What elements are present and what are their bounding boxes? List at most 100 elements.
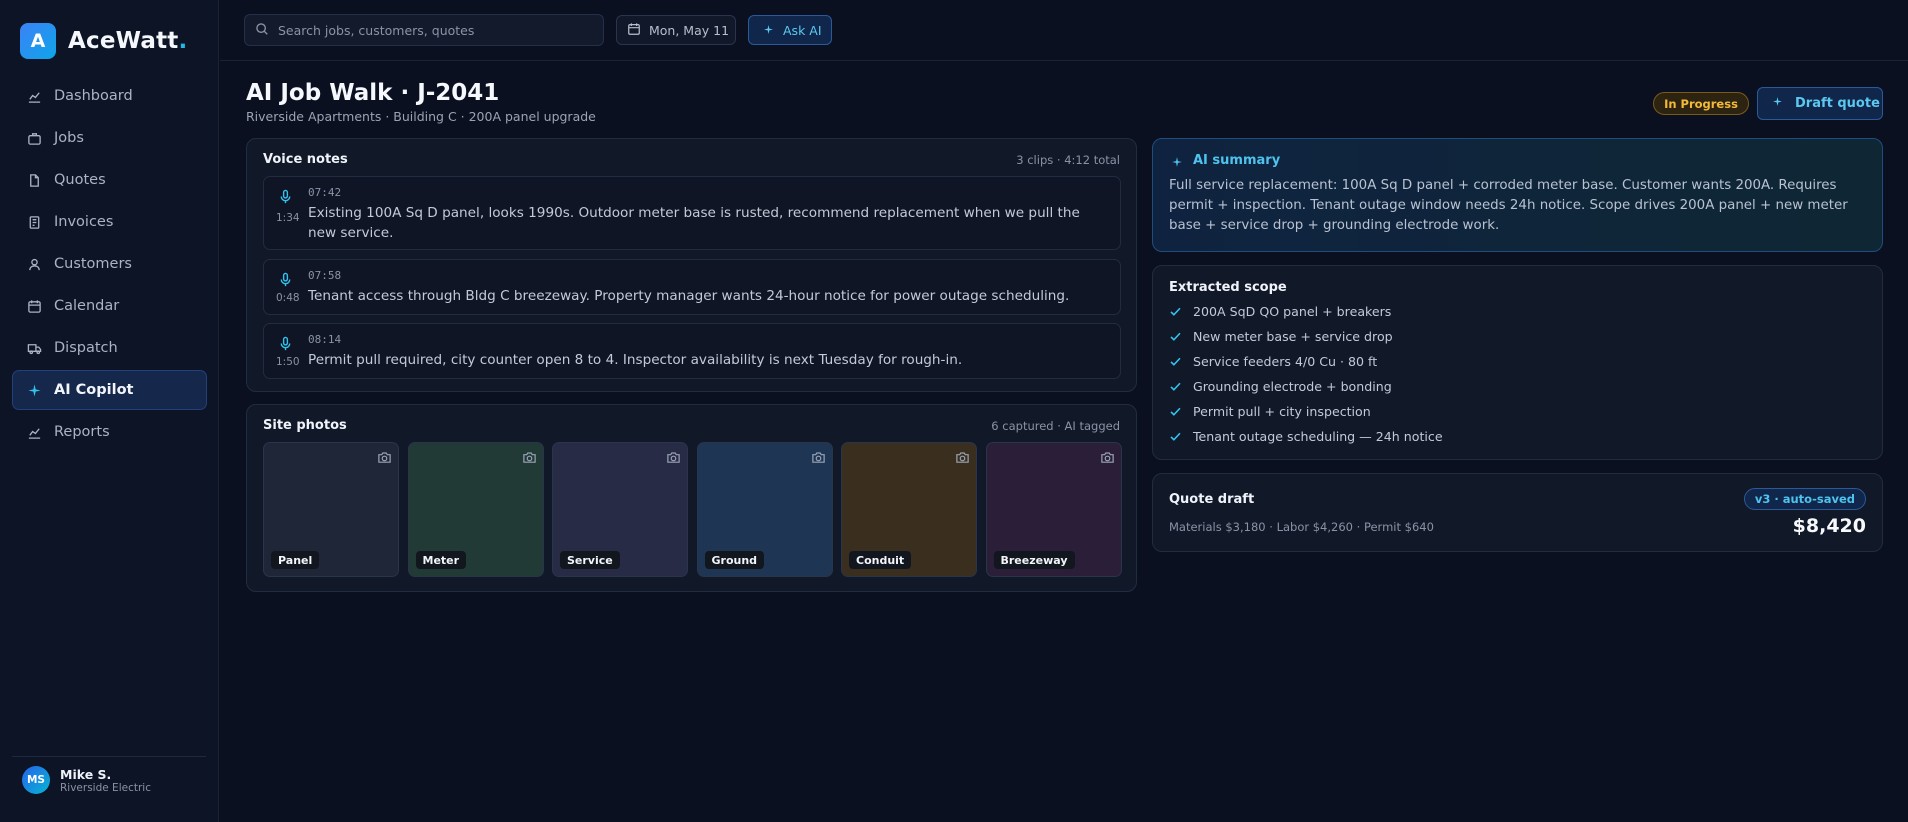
ai-summary-text: Full service replacement: 100A Sq D pane… [1169, 178, 1848, 233]
scope-item-label: New meter base + service drop [1193, 329, 1393, 344]
voice-clip[interactable]: 1:50 08:14 Permit pull required, city co… [263, 323, 1121, 379]
sidebar-item-label: Jobs [54, 130, 84, 146]
microphone-icon [278, 189, 293, 208]
site-photos-meta: 6 captured · AI tagged [991, 419, 1120, 433]
check-icon [1169, 305, 1182, 318]
scope-item: Service feeders 4/0 Cu · 80 ft [1169, 354, 1377, 369]
user-org: Riverside Electric [60, 781, 151, 794]
version-badge: v3 · auto-saved [1743, 488, 1866, 510]
quote-draft-title: Quote draft [1169, 492, 1255, 507]
clip-timestamp: 07:42 [308, 186, 342, 199]
user-name: Mike S. [60, 766, 112, 782]
brand-name: AceWatt. [68, 28, 187, 54]
camera-icon [811, 450, 826, 469]
sparkle-icon [1772, 96, 1783, 111]
photo-label: Conduit [849, 551, 912, 569]
search-placeholder: Search jobs, customers, quotes [278, 22, 475, 38]
date-label: Mon, May 11 [649, 22, 730, 38]
sidebar-item-label: Reports [54, 424, 110, 440]
scope-item: Tenant outage scheduling — 24h notice [1169, 429, 1443, 444]
photo-tile[interactable]: Meter [407, 442, 544, 577]
quote-draft-card[interactable]: Quote draft v3 · auto-saved Materials $3… [1152, 473, 1883, 552]
sidebar-item-dashboard[interactable]: Dashboard [12, 76, 207, 116]
microphone-icon [278, 272, 293, 291]
scope-item-label: Permit pull + city inspection [1193, 404, 1371, 419]
extracted-scope-card: Extracted scope 200A SqD QO panel + brea… [1152, 265, 1883, 460]
sidebar-item-invoices[interactable]: Invoices [12, 202, 207, 242]
sidebar-item-label: AI Copilot [54, 382, 134, 398]
clip-transcript: Existing 100A Sq D panel, looks 1990s. O… [308, 205, 1080, 241]
site-photos-card: Site photos 6 captured · AI tagged Panel… [246, 404, 1137, 592]
sidebar-item-dispatch[interactable]: Dispatch [12, 328, 207, 368]
camera-icon [522, 450, 537, 469]
photo-tile[interactable]: Conduit [841, 442, 977, 577]
photo-label: Service [560, 551, 620, 569]
clip-transcript: Tenant access through Bldg C breezeway. … [308, 288, 1070, 304]
sidebar-item-label: Calendar [54, 298, 120, 314]
scope-item-label: Tenant outage scheduling — 24h notice [1193, 429, 1443, 444]
sidebar-item-label: Customers [54, 256, 132, 272]
brand-logo: A [20, 23, 56, 59]
photo-label: Meter [415, 551, 467, 569]
camera-icon [1100, 450, 1115, 469]
clip-duration: 1:34 [276, 212, 300, 224]
photo-tile[interactable]: Breezeway [985, 442, 1122, 577]
sidebar-item-customers[interactable]: Customers [12, 244, 207, 284]
receipt-icon [26, 214, 42, 230]
sidebar: A AceWatt. Dashboard Jobs Quotes Invoice… [0, 0, 219, 822]
voice-clip[interactable]: 1:34 07:42 Existing 100A Sq D panel, loo… [263, 176, 1121, 250]
check-icon [1169, 430, 1182, 443]
sparkle-icon [763, 23, 774, 38]
page-title: AI Job Walk · J-2041 [246, 80, 500, 106]
photo-label: Ground [704, 551, 765, 569]
sidebar-nav: Dashboard Jobs Quotes Invoices Customers… [12, 76, 207, 454]
camera-icon [377, 450, 392, 469]
clip-transcript: Permit pull required, city counter open … [308, 352, 963, 368]
quote-total: $8,420 [1792, 515, 1866, 537]
document-icon [26, 172, 42, 188]
user-icon [26, 256, 42, 272]
brand-dot: . [178, 28, 188, 54]
check-icon [1169, 330, 1182, 343]
voice-notes-card: Voice notes 3 clips · 4:12 total 1:34 07… [246, 138, 1137, 392]
sidebar-item-ai-copilot[interactable]: AI Copilot [12, 370, 207, 410]
camera-icon [955, 450, 970, 469]
clip-timestamp: 08:14 [308, 333, 342, 346]
sidebar-item-quotes[interactable]: Quotes [12, 160, 207, 200]
sidebar-item-label: Dashboard [54, 88, 133, 104]
clip-duration: 0:48 [276, 292, 300, 304]
search-input[interactable]: Search jobs, customers, quotes [244, 14, 604, 46]
photo-label: Panel [271, 551, 320, 569]
truck-icon [26, 340, 42, 356]
sidebar-item-label: Invoices [54, 214, 114, 230]
sidebar-item-calendar[interactable]: Calendar [12, 286, 207, 326]
photo-tile[interactable]: Ground [696, 442, 833, 577]
date-picker-button[interactable]: Mon, May 11 [616, 15, 736, 45]
check-icon [1169, 405, 1182, 418]
topbar: Search jobs, customers, quotes Mon, May … [220, 0, 1908, 61]
voice-notes-meta: 3 clips · 4:12 total [1016, 153, 1120, 167]
voice-clip[interactable]: 0:48 07:58 Tenant access through Bldg C … [263, 259, 1121, 315]
user-profile[interactable]: MS Mike S. Riverside Electric [22, 766, 151, 794]
photo-tile[interactable]: Service [552, 442, 688, 577]
chart-line-icon [26, 88, 42, 104]
sidebar-item-jobs[interactable]: Jobs [12, 118, 207, 158]
sidebar-item-reports[interactable]: Reports [12, 412, 207, 452]
sparkle-icon [26, 382, 42, 398]
avatar: MS [22, 766, 50, 794]
clip-duration: 1:50 [276, 356, 300, 368]
extracted-scope-title: Extracted scope [1169, 280, 1287, 295]
ask-ai-button[interactable]: Ask AI [748, 15, 832, 45]
draft-quote-button[interactable]: Draft quote [1757, 87, 1883, 120]
check-icon [1169, 355, 1182, 368]
page-subtitle: Riverside Apartments · Building C · 200A… [246, 109, 596, 124]
scope-item: 200A SqD QO panel + breakers [1169, 304, 1391, 319]
brand[interactable]: A AceWatt. [20, 23, 187, 59]
user-text: Mike S. Riverside Electric [60, 767, 151, 794]
status-badge: In Progress [1653, 92, 1749, 115]
calendar-icon [26, 298, 42, 314]
brand-name-text: AceWatt [68, 28, 179, 54]
photo-tile[interactable]: Panel [263, 442, 399, 577]
sidebar-divider [12, 756, 206, 757]
calendar-icon [627, 22, 649, 39]
